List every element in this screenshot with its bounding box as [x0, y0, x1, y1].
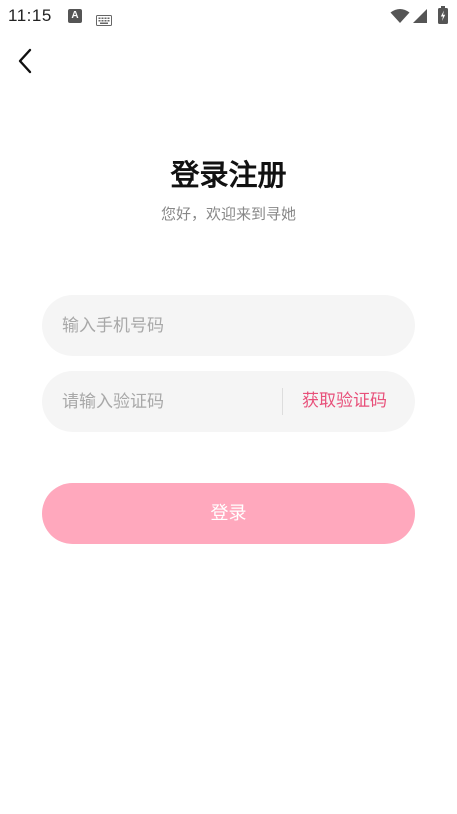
- status-bar: 11:15 A: [0, 0, 457, 32]
- phone-field[interactable]: [42, 295, 415, 356]
- keyboard-icon: [96, 11, 112, 30]
- signal-icon: [412, 8, 428, 28]
- a-notification-icon: A: [68, 9, 82, 23]
- page-title: 登录注册: [170, 158, 287, 192]
- page-subtitle: 您好，欢迎来到寻她: [160, 205, 296, 223]
- chevron-left-icon: [18, 48, 32, 74]
- wifi-icon: [390, 8, 410, 28]
- get-code-button[interactable]: 获取验证码: [302, 371, 387, 432]
- verification-code-field[interactable]: 获取验证码: [42, 371, 415, 432]
- login-button[interactable]: 登录: [42, 483, 415, 544]
- phone-input[interactable]: [62, 295, 392, 356]
- back-button[interactable]: [10, 44, 40, 78]
- status-time: 11:15: [8, 6, 52, 25]
- code-divider: [282, 388, 283, 415]
- verification-code-input[interactable]: [62, 371, 272, 432]
- battery-icon: [438, 6, 448, 28]
